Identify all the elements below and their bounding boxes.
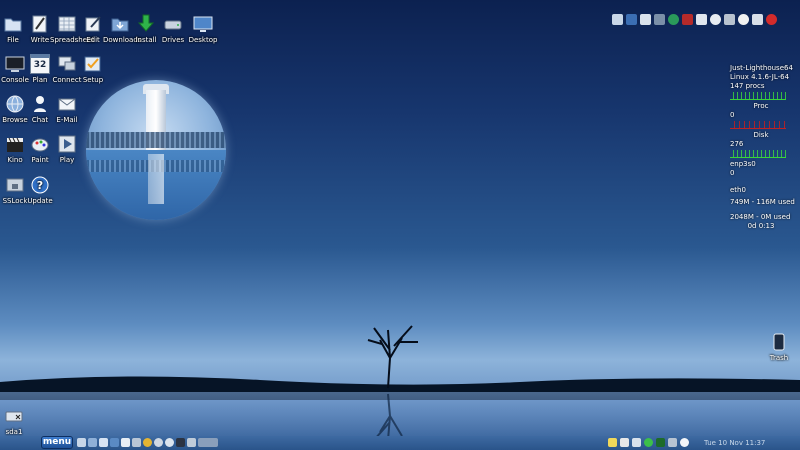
desktop-icon-email[interactable]: E-Mail bbox=[50, 94, 84, 124]
console-icon bbox=[5, 56, 25, 72]
memory-usage: 749M - 116M used bbox=[730, 198, 795, 206]
desktop-icon-trash[interactable]: Trash bbox=[762, 332, 796, 362]
volume-icon[interactable] bbox=[632, 438, 641, 447]
logo-tower-reflection bbox=[148, 154, 164, 204]
setup-icon bbox=[84, 56, 101, 72]
desktop-icon-sda1[interactable]: sda1 bbox=[0, 406, 31, 436]
desktop-icon-desktop[interactable]: Desktop bbox=[186, 14, 220, 44]
folder-icon[interactable] bbox=[99, 438, 108, 447]
refresh-icon[interactable] bbox=[710, 14, 721, 25]
cpu-graph bbox=[730, 92, 786, 100]
kernel-version: Linux 4.1.6-JL-64 bbox=[730, 73, 790, 81]
drive-icon[interactable] bbox=[187, 438, 196, 447]
desktop-background bbox=[0, 0, 800, 450]
menu-button[interactable]: menu bbox=[41, 436, 73, 449]
edit-icon bbox=[85, 16, 101, 32]
drives-icon bbox=[164, 20, 182, 30]
disk-graph bbox=[730, 150, 786, 158]
cpu-icon[interactable] bbox=[656, 438, 665, 447]
windows-icon[interactable] bbox=[77, 438, 86, 447]
net2-name: eth0 bbox=[730, 186, 746, 194]
disk-title: Disk bbox=[753, 131, 769, 139]
proc-title: Proc bbox=[753, 102, 769, 110]
monitor-icon[interactable] bbox=[110, 438, 119, 447]
paint-icon bbox=[31, 138, 49, 152]
process-count: 147 procs bbox=[730, 82, 765, 90]
desktop-show-icon[interactable] bbox=[88, 438, 97, 447]
logo-banner bbox=[86, 132, 226, 148]
search-icon[interactable] bbox=[165, 438, 174, 447]
folder-icon[interactable] bbox=[612, 14, 623, 25]
net1-value: 0 bbox=[730, 169, 735, 177]
hostname: Just-Lighthouse64 bbox=[730, 64, 793, 72]
task-slot-icon[interactable] bbox=[198, 438, 218, 447]
monitor-icon[interactable] bbox=[626, 14, 637, 25]
icon-label: Drives bbox=[161, 36, 185, 44]
system-monitor: Just-Lighthouse64 Linux 4.1.6-JL-64 147 … bbox=[730, 64, 795, 231]
wrench-icon[interactable] bbox=[132, 438, 141, 447]
media-player-icon[interactable] bbox=[738, 14, 749, 25]
lighthouse-logo bbox=[86, 80, 226, 220]
settings-icon[interactable] bbox=[154, 438, 163, 447]
icon-label: Update bbox=[27, 197, 53, 205]
write-icon bbox=[32, 15, 47, 33]
play-icon bbox=[58, 135, 76, 153]
chat-icon bbox=[34, 96, 46, 112]
rescue-icon[interactable] bbox=[752, 14, 763, 25]
icon-label: Play bbox=[59, 156, 75, 164]
uptime: 0d 0:13 bbox=[747, 222, 775, 230]
clapperboard-icon bbox=[7, 137, 23, 152]
desktop-icon bbox=[193, 16, 213, 32]
calculator-icon[interactable] bbox=[724, 14, 735, 25]
desktop-icon-play[interactable]: Play bbox=[50, 134, 84, 164]
svg-text:?: ? bbox=[37, 179, 43, 192]
network-icon[interactable] bbox=[668, 438, 677, 447]
desktop-icon-drives[interactable]: Drives bbox=[156, 14, 190, 44]
email-icon bbox=[58, 98, 76, 111]
folder-icon bbox=[4, 18, 22, 32]
net1-name: enp3s0 bbox=[730, 160, 756, 168]
connect-icon bbox=[58, 56, 76, 71]
network-icon[interactable] bbox=[640, 14, 651, 25]
lock-screen-icon bbox=[6, 178, 24, 192]
downloads-folder-icon bbox=[111, 18, 129, 32]
text-editor-icon[interactable] bbox=[696, 14, 707, 25]
gear-icon[interactable] bbox=[143, 438, 152, 447]
power-icon[interactable] bbox=[766, 14, 777, 25]
desktop-icon-update[interactable]: ? Update bbox=[23, 175, 57, 205]
trash-icon bbox=[773, 333, 785, 351]
image-viewer-icon[interactable] bbox=[654, 14, 665, 25]
proc-graph bbox=[730, 121, 786, 129]
icon-label: Trash bbox=[769, 354, 789, 362]
desktop-icon-setup[interactable]: Setup bbox=[76, 54, 110, 84]
book-icon[interactable] bbox=[682, 14, 693, 25]
globe-icon[interactable] bbox=[668, 14, 679, 25]
spreadsheet-icon bbox=[58, 16, 76, 32]
calendar-icon: 32 bbox=[30, 54, 50, 74]
drive-icon bbox=[5, 411, 23, 422]
icon-label: E-Mail bbox=[56, 116, 78, 124]
clock[interactable]: Tue 10 Nov 11:37 bbox=[704, 437, 765, 449]
tree-reflection bbox=[373, 393, 403, 441]
folder-icon[interactable] bbox=[620, 438, 629, 447]
help-update-icon: ? bbox=[31, 176, 49, 194]
terminal-icon[interactable] bbox=[176, 438, 185, 447]
tree-silhouette bbox=[367, 325, 418, 389]
proc-value: 0 bbox=[730, 111, 735, 119]
quick-launchers bbox=[77, 438, 218, 447]
system-tray bbox=[608, 438, 689, 447]
power-manager-icon[interactable] bbox=[680, 438, 689, 447]
icon-label: Setup bbox=[82, 76, 104, 84]
icon-label: Desktop bbox=[188, 36, 218, 44]
write-icon[interactable] bbox=[121, 438, 130, 447]
globe-icon bbox=[6, 95, 24, 113]
disk-value: 276 bbox=[730, 140, 744, 148]
install-icon bbox=[137, 14, 155, 32]
top-tray bbox=[612, 14, 777, 25]
update-status-icon[interactable] bbox=[644, 438, 653, 447]
swap-usage: 2048M - 0M used bbox=[730, 213, 791, 221]
icon-label: sda1 bbox=[5, 428, 23, 436]
notes-icon[interactable] bbox=[608, 438, 617, 447]
